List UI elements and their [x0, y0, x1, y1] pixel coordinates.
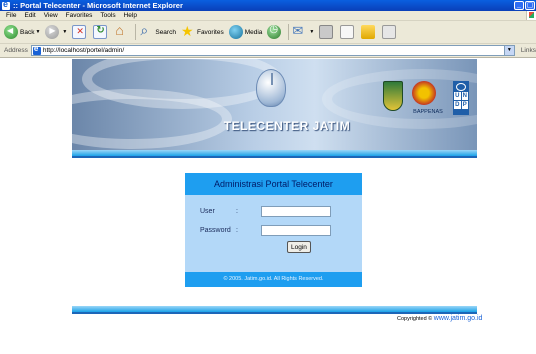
- standard-toolbar: Back ▼ ▼ Search Favorites Media ▼: [0, 21, 536, 44]
- address-bar: Address ▼ Links: [0, 44, 536, 58]
- edit-button[interactable]: [340, 25, 356, 39]
- windows-flag-icon: [526, 11, 536, 20]
- page-content: TELECENTER JATIM BAPPENAS U N D P Admini…: [0, 59, 536, 354]
- print-button[interactable]: [319, 25, 335, 39]
- jatim-emblem-icon: [383, 81, 403, 111]
- garuda-emblem-icon: [412, 81, 436, 105]
- undp-letter: D: [454, 101, 461, 109]
- mail-button[interactable]: ▼: [292, 23, 314, 39]
- menu-help[interactable]: Help: [124, 12, 137, 19]
- password-row: Password :: [185, 224, 362, 236]
- window-title-bar: :: Portal Telecenter - Microsoft Interne…: [0, 0, 536, 11]
- password-label: Password: [200, 226, 231, 234]
- back-dropdown-icon[interactable]: ▼: [35, 29, 40, 35]
- menu-tools[interactable]: Tools: [100, 12, 115, 19]
- mail-icon: [292, 23, 306, 39]
- menu-view[interactable]: View: [44, 12, 58, 19]
- page-icon: [32, 44, 41, 55]
- forward-dropdown-icon[interactable]: ▼: [62, 29, 67, 35]
- un-globe-icon: [456, 83, 466, 91]
- media-icon: [228, 25, 243, 39]
- password-input[interactable]: [261, 224, 331, 236]
- minimize-button[interactable]: _: [514, 1, 524, 10]
- computer-mouse-icon: [256, 69, 286, 107]
- forward-button[interactable]: ▼: [45, 25, 67, 39]
- login-button[interactable]: Login: [287, 241, 311, 253]
- mail-dropdown-icon[interactable]: ▼: [309, 29, 314, 35]
- site-link[interactable]: www.jatim.go.id: [434, 315, 483, 322]
- menu-bar: File Edit View Favorites Tools Help: [0, 11, 536, 21]
- forward-arrow-icon: [45, 25, 60, 39]
- stop-button[interactable]: [72, 25, 88, 39]
- toolbar-separator: [288, 24, 290, 40]
- back-button[interactable]: Back ▼: [4, 25, 40, 39]
- history-icon: [267, 24, 282, 39]
- favorites-star-icon: [181, 23, 195, 40]
- login-heading: Administrasi Portal Telecenter: [185, 173, 362, 195]
- messenger-icon: [382, 25, 397, 39]
- search-icon: [139, 22, 153, 39]
- footer-stripe: [72, 312, 477, 314]
- favorites-label: Favorites: [196, 28, 224, 36]
- back-label: Back: [20, 28, 35, 36]
- address-input[interactable]: [42, 47, 483, 54]
- user-input[interactable]: [261, 205, 331, 217]
- address-label: Address: [4, 47, 28, 54]
- address-field[interactable]: ▼: [30, 44, 515, 56]
- refresh-button[interactable]: [93, 25, 109, 39]
- home-icon: [114, 22, 128, 39]
- links-button[interactable]: Links: [521, 47, 536, 54]
- user-colon: :: [236, 207, 238, 215]
- back-arrow-icon: [4, 25, 18, 39]
- address-dropdown-icon[interactable]: ▼: [503, 46, 514, 55]
- menu-favorites[interactable]: Favorites: [66, 12, 93, 19]
- login-panel: Administrasi Portal Telecenter User : Pa…: [185, 173, 362, 287]
- search-button[interactable]: Search: [139, 22, 176, 39]
- password-colon: :: [236, 226, 238, 234]
- header-stripe: [72, 156, 477, 158]
- user-label: User: [200, 207, 215, 215]
- history-button[interactable]: [267, 24, 283, 39]
- media-label: Media: [244, 28, 263, 36]
- undp-letter: N: [461, 92, 468, 100]
- banner-title: TELECENTER JATIM: [223, 119, 351, 133]
- window-title: :: Portal Telecenter - Microsoft Interne…: [13, 1, 183, 10]
- messenger-button[interactable]: [382, 25, 398, 39]
- bappenas-label: BAPPENAS: [413, 109, 443, 115]
- print-icon: [319, 25, 334, 39]
- refresh-icon: [93, 25, 108, 39]
- login-footer: © 2005. Jatim.go.id. All Rights Reserved…: [185, 272, 362, 287]
- favorites-button[interactable]: Favorites: [181, 23, 224, 40]
- undp-letter: U: [454, 92, 461, 100]
- maximize-button[interactable]: ▢: [525, 1, 535, 10]
- header-banner: TELECENTER JATIM BAPPENAS U N D P: [72, 59, 477, 150]
- edit-page-icon: [340, 25, 355, 39]
- undp-logo: U N D P: [453, 81, 469, 115]
- home-button[interactable]: [114, 22, 130, 39]
- copyright-prefix: Copyrighted ©: [397, 316, 433, 322]
- undp-letter: P: [461, 101, 468, 109]
- copyright-notice: Copyrighted © www.jatim.go.id: [397, 315, 482, 322]
- internet-explorer-icon: [2, 0, 10, 10]
- stop-icon: [72, 25, 87, 39]
- toolbar-separator: [135, 24, 137, 40]
- folder-icon: [361, 25, 376, 39]
- folder-button[interactable]: [361, 25, 377, 39]
- search-label: Search: [155, 28, 176, 36]
- media-button[interactable]: Media: [228, 25, 263, 39]
- user-row: User :: [185, 205, 362, 217]
- menu-file[interactable]: File: [6, 12, 16, 19]
- menu-edit[interactable]: Edit: [24, 12, 35, 19]
